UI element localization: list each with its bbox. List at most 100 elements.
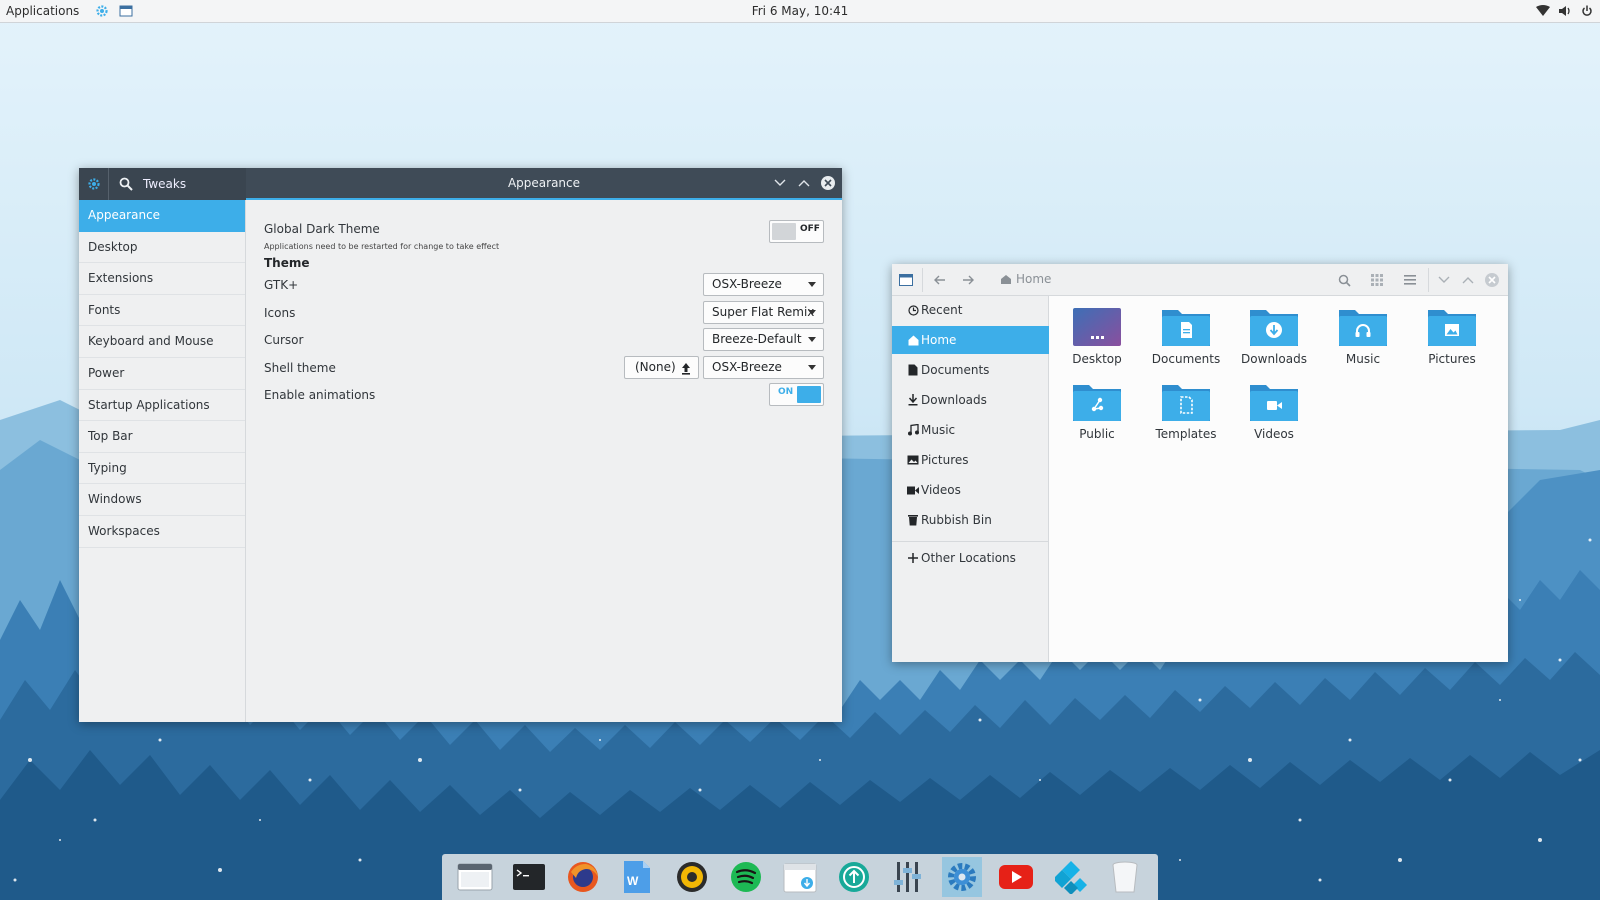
sidebar-item-typing[interactable]: Typing [79, 453, 245, 485]
maximize-icon[interactable] [1460, 272, 1476, 288]
headerbar-separator [922, 268, 923, 292]
folder-desktop[interactable]: Desktop [1055, 306, 1139, 366]
chevron-down-icon [808, 365, 816, 370]
spotify-icon[interactable] [726, 857, 766, 897]
sidebar-item-label: Rubbish Bin [921, 513, 992, 527]
chevron-down-icon [808, 337, 816, 342]
folder-downloads[interactable]: Downloads [1232, 306, 1316, 366]
volume-icon[interactable] [1558, 4, 1572, 18]
search-icon[interactable] [1336, 272, 1352, 288]
shell-theme-select[interactable]: OSX-Breeze [703, 356, 824, 379]
shell-theme-file-button[interactable]: (None) [624, 356, 699, 379]
folder-templates[interactable]: Templates [1144, 381, 1228, 441]
appearance-panel: Global Dark Theme OFF Applications need … [246, 200, 842, 722]
page-title: Appearance [507, 176, 581, 190]
kodi-icon[interactable] [1051, 857, 1091, 897]
terminal-icon[interactable] [509, 857, 549, 897]
sidebar-item-windows[interactable]: Windows [79, 484, 245, 516]
sidebar-item-appearance[interactable]: Appearance [79, 200, 245, 232]
download-icon [907, 394, 919, 406]
sidebar-item-label: Other Locations [921, 551, 1016, 565]
tweaks-headerbar: Tweaks Appearance [79, 168, 842, 200]
sidebar-item-label: Pictures [921, 453, 969, 467]
search-icon[interactable] [109, 168, 143, 200]
sidebar-item-recent[interactable]: Recent [892, 296, 1049, 324]
icons-theme-value: Super Flat Remix [712, 305, 815, 319]
firefox-icon[interactable] [563, 857, 603, 897]
gtk-theme-select[interactable]: OSX-Breeze [703, 273, 824, 296]
sidebar-item-home[interactable]: Home [892, 326, 1049, 354]
sidebar-item-power[interactable]: Power [79, 358, 245, 390]
wifi-icon[interactable] [1536, 4, 1550, 18]
sidebar-item-label: Music [921, 423, 956, 437]
sidebar-item-rubbish-bin[interactable]: Rubbish Bin [892, 506, 1049, 534]
templates-folder-icon [1162, 385, 1210, 421]
folder-public[interactable]: Public [1055, 381, 1139, 441]
back-icon[interactable] [932, 272, 948, 288]
dock: W [442, 854, 1158, 900]
switch-state: ON [778, 387, 794, 397]
home-icon [907, 334, 919, 346]
grid-view-icon[interactable] [1369, 272, 1385, 288]
sidebar-item-startup-applications[interactable]: Startup Applications [79, 390, 245, 422]
folder-videos[interactable]: Videos [1232, 381, 1316, 441]
settings-icon[interactable] [95, 4, 109, 18]
clock[interactable]: Fri 6 May, 10:41 [0, 4, 1600, 18]
files-icon[interactable] [455, 857, 495, 897]
sidebar-item-extensions[interactable]: Extensions [79, 263, 245, 295]
maximize-icon[interactable] [796, 175, 812, 191]
sidebar-item-music[interactable]: Music [892, 416, 1049, 444]
applications-menu[interactable]: Applications [0, 4, 85, 18]
close-icon[interactable] [1484, 272, 1500, 288]
sidebar-item-other-locations[interactable]: Other Locations [892, 544, 1049, 572]
files-icon[interactable] [119, 4, 133, 18]
forward-icon[interactable] [960, 272, 976, 288]
folder-label: Pictures [1428, 352, 1476, 366]
sidebar-item-desktop[interactable]: Desktop [79, 232, 245, 264]
sidebar-item-label: Recent [921, 303, 963, 317]
sidebar-item-videos[interactable]: Videos [892, 476, 1049, 504]
cursor-theme-select[interactable]: Breeze-Default [703, 328, 824, 351]
writer-icon[interactable]: W [617, 857, 657, 897]
calendar-icon[interactable] [780, 857, 820, 897]
sidebar-item-documents[interactable]: Documents [892, 356, 1049, 384]
menu-icon[interactable] [1402, 272, 1418, 288]
enable-animations-switch[interactable]: ON [769, 383, 824, 406]
folder-music[interactable]: Music [1321, 306, 1405, 366]
close-icon[interactable] [820, 175, 836, 191]
rhythmbox-icon[interactable] [672, 857, 712, 897]
sidebar-item-fonts[interactable]: Fonts [79, 295, 245, 327]
files-headerbar: Home [892, 264, 1508, 296]
folder-pictures[interactable]: Pictures [1410, 306, 1494, 366]
global-dark-theme-switch[interactable]: OFF [769, 220, 824, 243]
icons-theme-select[interactable]: Super Flat Remix [703, 301, 824, 324]
shell-theme-file-value: (None) [635, 360, 676, 374]
trash-icon[interactable] [1105, 857, 1145, 897]
settings-icon[interactable] [942, 857, 983, 897]
sidebar-item-label: Videos [921, 483, 961, 497]
folder-documents[interactable]: Documents [1144, 306, 1228, 366]
clock-icon [907, 304, 919, 316]
minimize-icon[interactable] [1436, 272, 1452, 288]
shell-theme-label: Shell theme [264, 361, 336, 375]
folder-label: Music [1345, 352, 1381, 366]
location-label: Home [1016, 272, 1052, 286]
sidebar-item-workspaces[interactable]: Workspaces [79, 516, 245, 548]
power-icon[interactable] [1580, 4, 1594, 18]
sidebar-item-pictures[interactable]: Pictures [892, 446, 1049, 474]
minimize-icon[interactable] [772, 175, 788, 191]
desktop-folder-icon [1073, 308, 1121, 346]
sidebar-item-downloads[interactable]: Downloads [892, 386, 1049, 414]
location-bar[interactable]: Home [1000, 272, 1051, 286]
video-icon [907, 484, 919, 496]
mixer-icon[interactable] [888, 857, 928, 897]
update-icon[interactable] [834, 857, 874, 897]
folder-label: Downloads [1241, 352, 1307, 366]
youtube-icon[interactable] [996, 857, 1036, 897]
app-title: Tweaks [143, 177, 187, 191]
sidebar-item-keyboard-and-mouse[interactable]: Keyboard and Mouse [79, 326, 245, 358]
theme-header: Theme [264, 256, 310, 270]
sidebar-item-top-bar[interactable]: Top Bar [79, 421, 245, 453]
folder-label: Desktop [1072, 352, 1122, 366]
files-window: Home Recent Home Documents Downloads Mus… [892, 264, 1508, 662]
